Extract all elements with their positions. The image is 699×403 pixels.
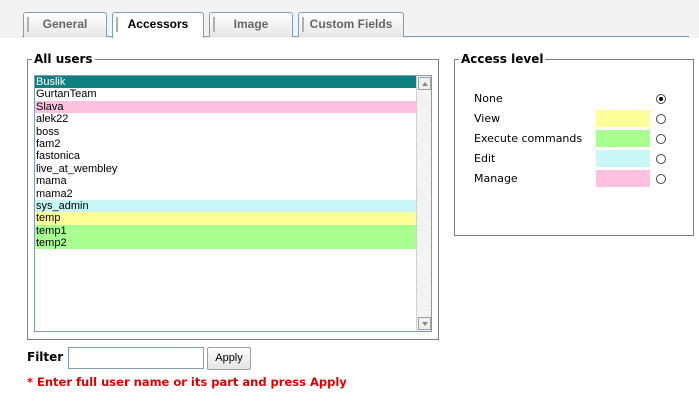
list-item[interactable]: alek22	[35, 113, 417, 126]
tab-grip-icon	[213, 17, 215, 32]
list-item[interactable]: fastonica	[35, 150, 417, 163]
access-level-row: Execute commands	[474, 130, 674, 148]
access-level-color-swatch	[596, 130, 650, 147]
list-item[interactable]: live_at_wembley	[35, 162, 417, 176]
list-item[interactable]: sys_admin	[35, 199, 417, 213]
apply-button[interactable]: Apply	[207, 347, 251, 370]
list-item[interactable]: GurtanTeam	[35, 88, 417, 101]
list-item[interactable]: mama2	[35, 187, 417, 200]
users-listbox[interactable]: Buslik GurtanTeam Slava alek22 boss fam2 fasto…	[34, 75, 432, 332]
access-level-row: Edit	[474, 150, 674, 168]
tab-custom-fields[interactable]: Custom Fields	[298, 12, 404, 37]
list-item[interactable]: temp1	[35, 224, 417, 238]
tab-custom-fields-label: Custom Fields	[309, 17, 393, 31]
access-level-row: Manage	[474, 170, 674, 188]
tab-image[interactable]: Image	[209, 12, 293, 37]
list-item[interactable]: mama	[35, 175, 417, 188]
all-users-legend: All users	[32, 52, 95, 66]
access-level-label: View	[474, 112, 501, 125]
access-level-row: None	[474, 90, 674, 108]
access-level-radio[interactable]	[656, 114, 666, 124]
tab-grip-icon	[116, 17, 118, 32]
tab-image-label: Image	[233, 17, 269, 31]
access-level-legend: Access level	[459, 52, 546, 66]
tab-grip-icon	[302, 17, 304, 32]
access-level-color-swatch	[596, 150, 650, 167]
access-level-label: None	[474, 92, 503, 105]
list-item[interactable]: boss	[35, 125, 417, 138]
users-list: Buslik GurtanTeam Slava alek22 boss fam2 fasto…	[35, 76, 417, 250]
filter-hint: * Enter full user name or its part and p…	[27, 375, 347, 389]
list-item[interactable]: fam2	[35, 137, 417, 151]
users-list-scrollbar[interactable]	[416, 76, 431, 331]
list-item[interactable]: Buslik	[35, 76, 417, 89]
access-level-color-swatch	[596, 110, 650, 127]
scroll-up-icon[interactable]	[418, 77, 431, 90]
list-item[interactable]: temp2	[35, 237, 417, 250]
access-level-color-swatch	[596, 170, 650, 187]
tab-general-label: General	[42, 17, 88, 31]
list-item[interactable]: Slava	[35, 100, 417, 114]
access-level-radio[interactable]	[656, 134, 666, 144]
tab-general[interactable]: General	[23, 12, 107, 37]
scroll-down-icon[interactable]	[418, 317, 431, 330]
access-level-radio[interactable]	[656, 94, 666, 104]
tab-bar: General Accessors Image Custom Fields	[0, 0, 699, 38]
filter-label: Filter	[27, 350, 64, 364]
access-level-label: Manage	[474, 172, 518, 185]
access-level-radio[interactable]	[656, 154, 666, 164]
access-level-label: Edit	[474, 152, 496, 165]
access-level-label: Execute commands	[474, 132, 583, 145]
access-level-radio[interactable]	[656, 174, 666, 184]
list-item[interactable]: temp	[35, 212, 417, 225]
tab-accessors[interactable]: Accessors	[112, 12, 204, 38]
tab-accessors-label: Accessors	[127, 17, 189, 31]
tab-grip-icon	[27, 17, 29, 32]
filter-input[interactable]	[68, 347, 204, 369]
access-level-row: View	[474, 110, 674, 128]
